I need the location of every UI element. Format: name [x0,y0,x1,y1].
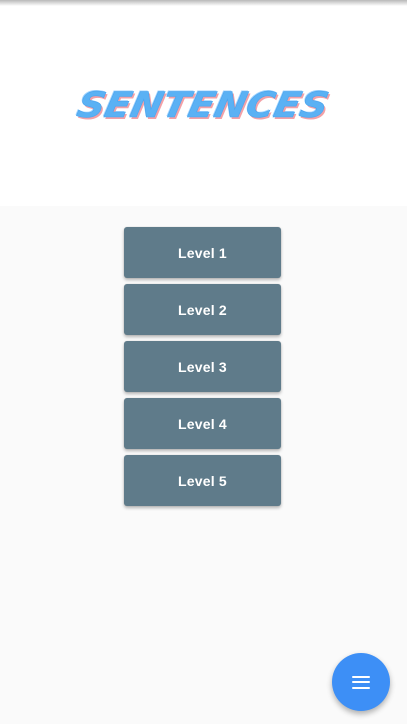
app-bar-shadow [0,0,407,6]
level-5-button[interactable]: Level 5 [124,455,281,506]
menu-icon [352,675,370,689]
menu-fab-button[interactable] [332,653,390,711]
header-banner: SENTENCES [0,0,407,206]
level-4-button[interactable]: Level 4 [124,398,281,449]
level-3-button[interactable]: Level 3 [124,341,281,392]
level-2-button[interactable]: Level 2 [124,284,281,335]
page-title: SENTENCES [74,84,333,126]
level-1-button[interactable]: Level 1 [124,227,281,278]
level-list: Level 1 Level 2 Level 3 Level 4 Level 5 [124,227,281,506]
